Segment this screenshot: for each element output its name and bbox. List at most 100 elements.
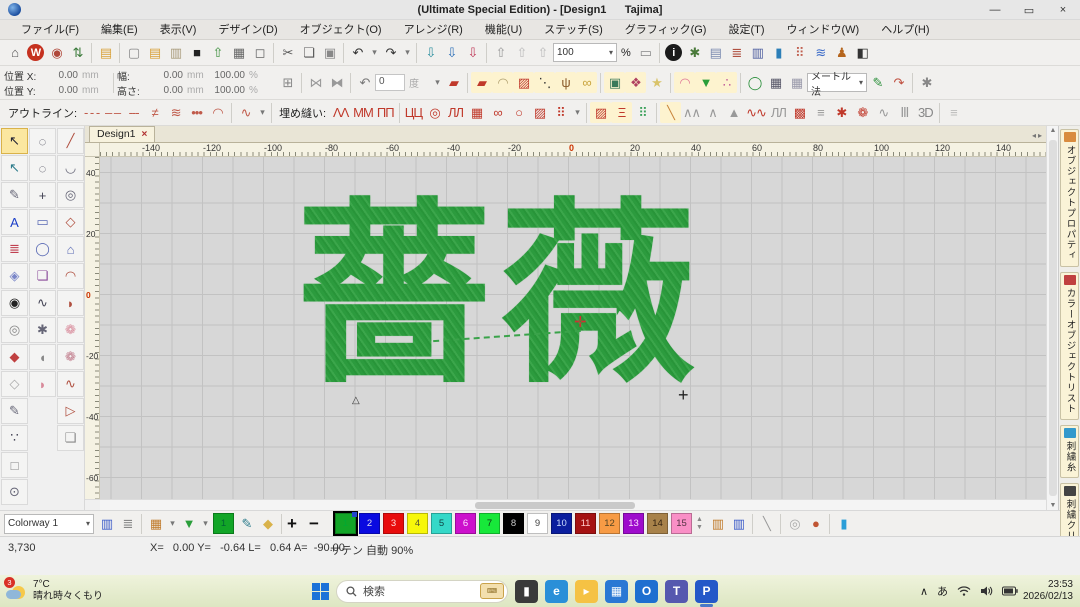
- tab-design1[interactable]: Design1 ×: [89, 126, 155, 142]
- outline-dash1-icon[interactable]: - - -: [81, 102, 102, 123]
- hexagon-light-tool[interactable]: ◇: [1, 371, 28, 397]
- target-circle-tool[interactable]: ◉: [1, 290, 28, 316]
- rotate-icon[interactable]: ↶: [354, 72, 375, 93]
- menu-settings[interactable]: 設定(T): [717, 20, 775, 40]
- restore-button[interactable]: ▭: [1012, 0, 1046, 20]
- chevron-down-icon[interactable]: ▾: [82, 519, 90, 528]
- ime-indicator[interactable]: あ: [937, 583, 948, 599]
- wifi-icon[interactable]: [957, 585, 971, 597]
- manual-stitch-icon[interactable]: ⋱: [534, 72, 555, 93]
- garment-arrow-icon[interactable]: ▾: [199, 513, 211, 534]
- flower-nav-icon[interactable]: ✱: [916, 72, 937, 93]
- color-swatch-8[interactable]: 8: [503, 513, 524, 534]
- motif-tool[interactable]: ❏: [57, 425, 84, 451]
- arrow-fill1-icon[interactable]: ∧: [702, 102, 723, 123]
- mirror-y-icon[interactable]: ⧓: [326, 72, 347, 93]
- paste-icon[interactable]: ▣: [319, 42, 340, 63]
- pos-x-field[interactable]: 0.00: [42, 70, 78, 81]
- zigzag-red-icon[interactable]: ∿∿: [744, 102, 768, 123]
- output-stitch-icon[interactable]: ⇧: [511, 42, 532, 63]
- outline-hatch-icon[interactable]: ≋: [165, 102, 186, 123]
- fill-tatami2-icon[interactable]: MM: [351, 102, 375, 123]
- spiral-tool[interactable]: ◎: [1, 317, 28, 343]
- mirror-x-icon[interactable]: ⋈: [305, 72, 326, 93]
- cord-icon[interactable]: ∞: [576, 72, 597, 93]
- chevron-down-icon[interactable]: ▾: [605, 48, 613, 57]
- outline-curve-icon[interactable]: ◠: [207, 102, 228, 123]
- rectangle-tool[interactable]: ▭: [29, 209, 56, 235]
- reshape-tool[interactable]: ◌: [29, 128, 56, 154]
- tray-chevron-icon[interactable]: ∧: [920, 585, 928, 598]
- color-swatch-14[interactable]: 14: [647, 513, 668, 534]
- arc-tool[interactable]: ◡: [57, 155, 84, 181]
- menu-function[interactable]: 機能(U): [474, 20, 533, 40]
- color-swatch-5[interactable]: 5: [431, 513, 452, 534]
- color-swatch-11[interactable]: 11: [575, 513, 596, 534]
- column-fill-icon[interactable]: Ⅲ: [894, 102, 915, 123]
- arrow-fill2-icon[interactable]: ▲: [723, 102, 744, 123]
- height-pct-field[interactable]: 100.00: [209, 85, 245, 96]
- taskbar-app-embroidery[interactable]: P: [695, 580, 718, 603]
- taskbar-app-desktop[interactable]: ▮: [515, 580, 538, 603]
- scroll-up-icon[interactable]: ▲: [1047, 127, 1059, 134]
- outline-zigzag-icon[interactable]: ≠: [144, 102, 165, 123]
- taskbar-app-outlook[interactable]: O: [635, 580, 658, 603]
- unit-system-combobox[interactable]: メートル法 ▾: [807, 73, 867, 92]
- menu-view[interactable]: 表示(V): [149, 20, 208, 40]
- volume-icon[interactable]: [980, 585, 993, 597]
- grid-toggle-icon[interactable]: ▦: [765, 72, 786, 93]
- node-tool[interactable]: +: [29, 182, 56, 208]
- curve-arrow-icon[interactable]: ↷: [888, 72, 909, 93]
- punch-icon[interactable]: ⇧: [490, 42, 511, 63]
- star-shape-icon[interactable]: ★: [646, 72, 667, 93]
- send-to-machine-icon[interactable]: ⇩: [420, 42, 441, 63]
- fill-shade-icon[interactable]: ▨: [529, 102, 550, 123]
- outline-wave-icon[interactable]: ∿: [235, 102, 256, 123]
- menu-file[interactable]: ファイル(F): [10, 20, 90, 40]
- fill-eyelet-icon[interactable]: ∞: [487, 102, 508, 123]
- copy-icon[interactable]: ❏: [298, 42, 319, 63]
- fill-patch-icon[interactable]: ▦: [466, 102, 487, 123]
- wilcom-icon[interactable]: W: [27, 44, 44, 61]
- open-recent-icon[interactable]: ▥: [165, 42, 186, 63]
- vertical-scrollbar-thumb[interactable]: [1049, 140, 1057, 496]
- color-swatch-4[interactable]: 4: [407, 513, 428, 534]
- wheel-tool[interactable]: ❁: [57, 344, 84, 370]
- hoop-position-icon[interactable]: ◉: [46, 42, 67, 63]
- fill-dots-icon[interactable]: ⠿: [550, 102, 571, 123]
- anchor-reference-icon[interactable]: ⊞: [277, 72, 298, 93]
- lines-fill-icon[interactable]: ≡: [810, 102, 831, 123]
- design-library-icon[interactable]: ▤: [95, 42, 116, 63]
- width-pct-field[interactable]: 100.00: [209, 70, 245, 81]
- 3d-fill-icon[interactable]: 3D: [915, 102, 936, 123]
- width-field[interactable]: 0.00: [147, 70, 183, 81]
- menu-graphic[interactable]: グラフィック(G): [614, 20, 718, 40]
- small-square-tool[interactable]: □: [1, 452, 28, 478]
- color-grid-icon[interactable]: ▦: [145, 513, 166, 534]
- home-icon[interactable]: ⌂: [4, 42, 25, 63]
- team-names-tool[interactable]: ≣: [1, 236, 28, 262]
- save-icon[interactable]: ■: [186, 42, 207, 63]
- menu-edit[interactable]: 編集(E): [90, 20, 149, 40]
- curl-fill-icon[interactable]: ∿: [873, 102, 894, 123]
- fill-stitchlet-icon[interactable]: Ξ: [611, 102, 632, 123]
- vector-shapes-icon[interactable]: ❖: [625, 72, 646, 93]
- select-tool[interactable]: ↖: [1, 128, 28, 154]
- export-icon[interactable]: ⇧: [207, 42, 228, 63]
- grid-arrow-icon[interactable]: ▾: [166, 513, 178, 534]
- squarewave-icon[interactable]: ЛЛ: [768, 102, 789, 123]
- ellipse-tool[interactable]: ◯: [29, 236, 56, 262]
- flat-fill-icon[interactable]: ≡: [943, 102, 964, 123]
- taskbar-app-teams[interactable]: T: [665, 580, 688, 603]
- color-swatch-9[interactable]: 9: [527, 513, 548, 534]
- scroll-down-icon[interactable]: ▼: [1047, 502, 1059, 509]
- angle-expand-icon[interactable]: ▾: [431, 72, 443, 93]
- menu-window[interactable]: ウィンドウ(W): [776, 20, 871, 40]
- menu-design[interactable]: デザイン(D): [207, 20, 288, 40]
- design-notes-icon[interactable]: ▤: [705, 42, 726, 63]
- fill-diag-icon[interactable]: ▨: [590, 102, 611, 123]
- rotate-3d-tool[interactable]: ◎: [57, 182, 84, 208]
- color-swatch-2[interactable]: 2: [359, 513, 380, 534]
- polygon-tool[interactable]: ◇: [57, 209, 84, 235]
- output-design-icon[interactable]: ⇧: [532, 42, 553, 63]
